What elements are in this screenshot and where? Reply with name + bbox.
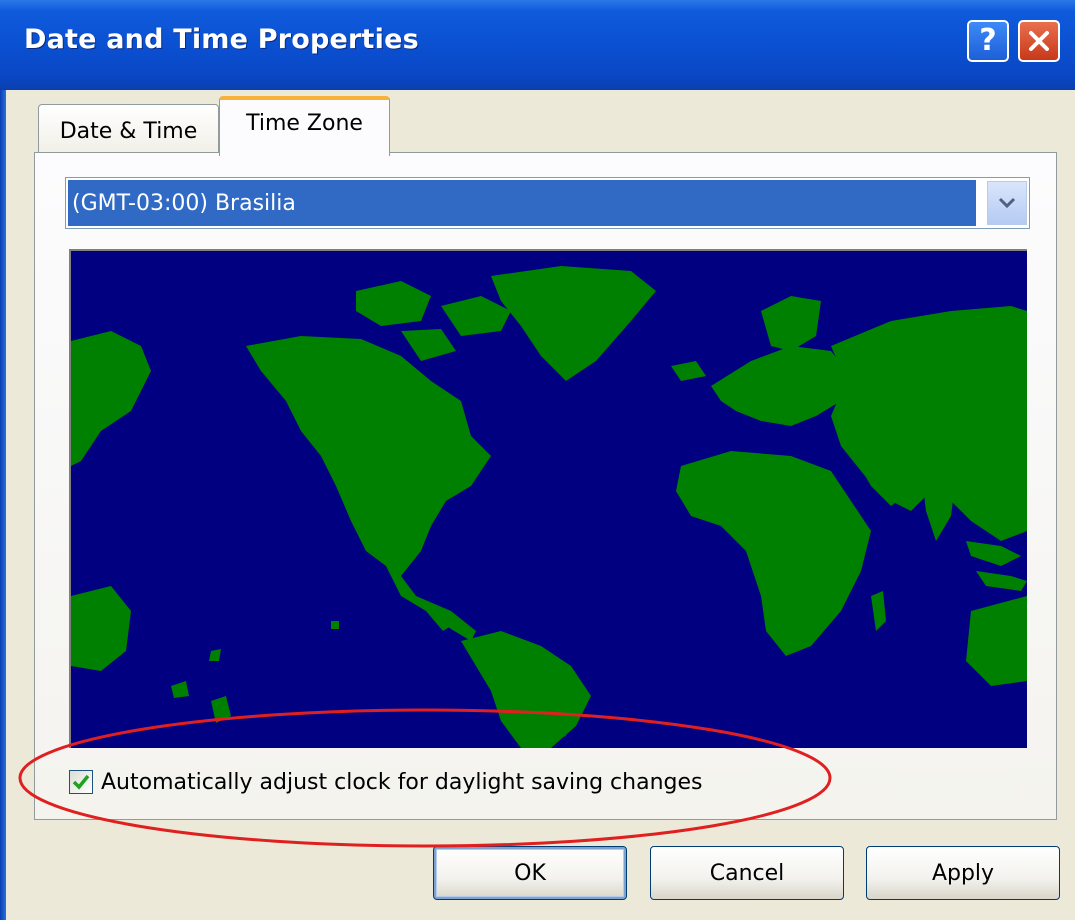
- cancel-button[interactable]: Cancel: [650, 846, 844, 900]
- help-icon: ?: [979, 23, 997, 58]
- close-button[interactable]: [1018, 20, 1060, 62]
- time-zone-selected-value: (GMT-03:00) Brasilia: [68, 180, 976, 226]
- window-title: Date and Time Properties: [24, 24, 419, 55]
- dropdown-arrow-button[interactable]: [987, 181, 1027, 225]
- daylight-saving-row[interactable]: Automatically adjust clock for daylight …: [69, 764, 703, 800]
- ok-button[interactable]: OK: [433, 846, 627, 900]
- chevron-down-icon: [998, 197, 1016, 209]
- time-zone-select[interactable]: (GMT-03:00) Brasilia: [65, 177, 1030, 229]
- close-icon: [1029, 31, 1049, 51]
- world-map: [69, 249, 1027, 748]
- daylight-saving-checkbox[interactable]: [69, 770, 93, 794]
- help-button[interactable]: ?: [967, 20, 1009, 62]
- apply-button[interactable]: Apply: [866, 846, 1060, 900]
- tab-time-zone[interactable]: Time Zone: [219, 96, 390, 156]
- window-border: [0, 90, 6, 920]
- title-bar: Date and Time Properties ?: [0, 0, 1075, 90]
- daylight-saving-label: Automatically adjust clock for daylight …: [101, 769, 703, 795]
- checkmark-icon: [72, 774, 90, 790]
- world-map-image: [71, 251, 1027, 748]
- time-zone-panel: (GMT-03:00) Brasilia Automatically adjus…: [34, 152, 1057, 820]
- tab-date-time[interactable]: Date & Time: [38, 104, 219, 154]
